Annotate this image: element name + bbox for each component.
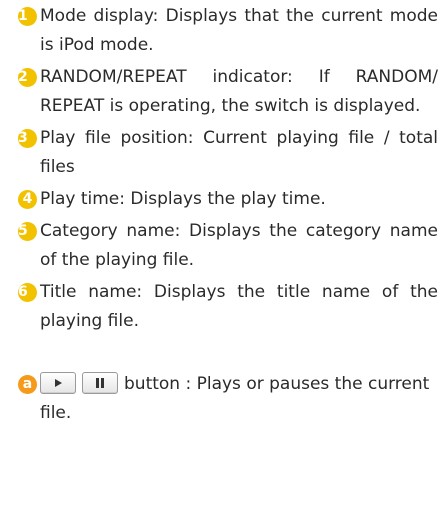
item-text: Mode display: Displays that the current … xyxy=(40,6,438,55)
number-badge: 6 xyxy=(18,283,37,302)
list-item-mode-display: 1 Mode display: Displays that the curren… xyxy=(0,2,446,60)
pause-icon xyxy=(96,377,105,388)
play-button xyxy=(40,371,76,394)
number-badge: 4 xyxy=(18,190,37,209)
item-text: Title name: Displays the title name of t… xyxy=(40,282,438,331)
item-text: Play time: Displays the play time. xyxy=(40,189,326,209)
list-item-title-name: 6 Title name: Displays the title name of… xyxy=(0,278,446,336)
list-item-play-file-position: 3 Play file position: Current playing fi… xyxy=(0,124,446,182)
list-item-random-repeat: 2 RANDOM/REPEAT indicator: If RANDOM/ RE… xyxy=(0,63,446,121)
number-badge: 1 xyxy=(18,7,37,26)
list-item-play-pause-button: a button : Plays or pauses the current f… xyxy=(0,370,446,428)
number-badge: 2 xyxy=(18,68,37,87)
letter-badge: a xyxy=(18,375,37,394)
manual-section: 1 Mode display: Displays that the curren… xyxy=(0,2,446,428)
item-text: Play file position: Current playing file… xyxy=(40,128,438,177)
number-badge: 3 xyxy=(18,129,37,148)
item-text: RANDOM/REPEAT indicator: If RANDOM/ REPE… xyxy=(40,67,438,116)
play-icon xyxy=(55,378,62,387)
number-badge: 5 xyxy=(18,222,37,241)
list-item-play-time: 4 Play time: Displays the play time. xyxy=(0,185,446,214)
item-text: Category name: Displays the category nam… xyxy=(40,221,438,270)
list-item-category-name: 5 Category name: Displays the category n… xyxy=(0,217,446,275)
pause-button xyxy=(82,371,118,394)
